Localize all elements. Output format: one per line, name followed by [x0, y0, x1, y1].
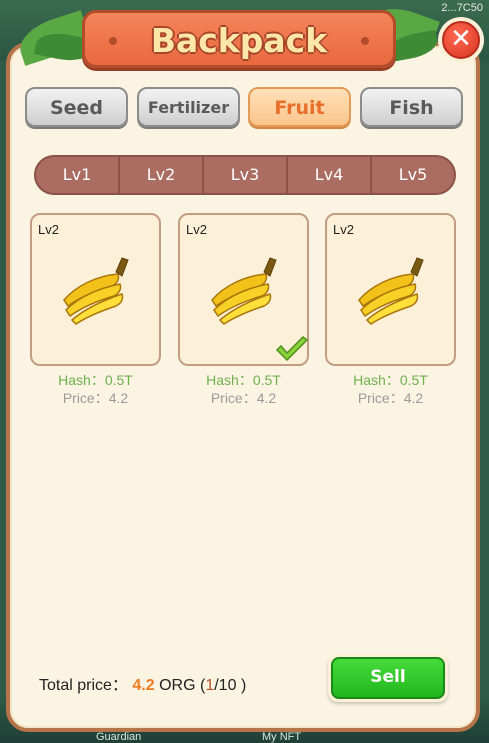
- tab-fertilizer[interactable]: Fertilizer: [137, 87, 240, 127]
- sell-button-label: Sell: [331, 657, 445, 699]
- level-filter-lv5[interactable]: Lv5: [372, 157, 454, 193]
- banana-icon: [211, 257, 277, 325]
- total-count: /10: [214, 677, 237, 694]
- item-price: Price：4.2: [357, 390, 424, 406]
- selected-count: 1: [205, 677, 215, 694]
- sell-button[interactable]: Sell: [328, 654, 448, 702]
- item-level: Lv2: [333, 222, 354, 237]
- banana-icon: [358, 257, 424, 325]
- checkmark-icon: [275, 336, 309, 362]
- page-title: Backpack: [150, 21, 328, 60]
- title-plank: Backpack: [82, 10, 396, 68]
- tab-fruit[interactable]: Fruit: [248, 87, 351, 127]
- item-card-selected[interactable]: Lv2: [178, 213, 309, 366]
- level-filter-lv3[interactable]: Lv3: [204, 157, 288, 193]
- item-hash: Hash：0.5T: [206, 372, 281, 388]
- item-card[interactable]: Lv2: [30, 213, 161, 366]
- currency-label: ORG: [159, 677, 196, 694]
- close-icon: ✕: [442, 21, 480, 59]
- level-filter-lv1[interactable]: Lv1: [36, 157, 120, 193]
- category-tabs: Seed Fertilizer Fruit Fish: [25, 87, 465, 129]
- total-price-label: Total price：: [39, 677, 128, 694]
- item-level: Lv2: [186, 222, 207, 237]
- tab-fish[interactable]: Fish: [360, 87, 463, 127]
- wallet-address: 2...7C50: [441, 2, 483, 14]
- item-level: Lv2: [38, 222, 59, 237]
- tab-seed[interactable]: Seed: [25, 87, 128, 127]
- item-card[interactable]: Lv2: [325, 213, 456, 366]
- bottom-label-my-nft: My NFT: [262, 731, 302, 743]
- level-filter-lv2[interactable]: Lv2: [120, 157, 204, 193]
- item-hash: Hash：0.5T: [58, 372, 133, 388]
- count-close-paren: ): [240, 677, 247, 694]
- banana-icon: [63, 257, 129, 325]
- item-hash: Hash：0.5T: [353, 372, 428, 388]
- item-price: Price：4.2: [62, 390, 129, 406]
- bottom-label-guardian: Guardian: [96, 731, 142, 743]
- total-price: Total price： 4.2 ORG (1/10 ): [39, 671, 246, 695]
- level-filter-lv4[interactable]: Lv4: [288, 157, 372, 193]
- total-price-value: 4.2: [132, 677, 155, 694]
- level-filter-bar: Lv1 Lv2 Lv3 Lv4 Lv5: [34, 155, 456, 195]
- item-price: Price：4.2: [210, 390, 277, 406]
- close-button[interactable]: ✕: [438, 17, 484, 63]
